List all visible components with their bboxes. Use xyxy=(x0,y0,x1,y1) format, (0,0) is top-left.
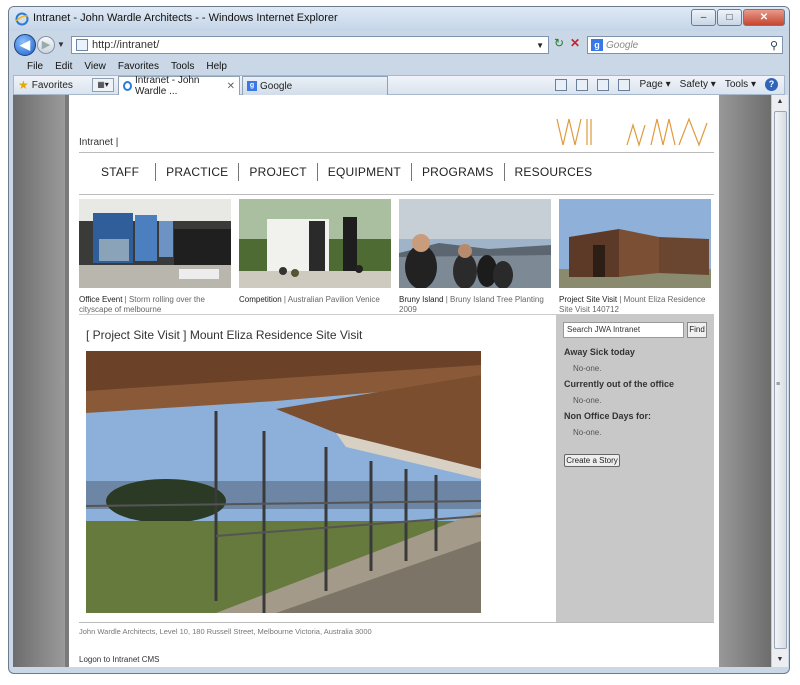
help-icon[interactable]: ? xyxy=(765,78,778,91)
nav-practice[interactable]: PRACTICE xyxy=(156,163,240,181)
command-bar: Page ▾ Safety ▾ Tools ▾ ? xyxy=(555,78,778,91)
star-icon: ★ xyxy=(18,78,29,92)
tab-label: Intranet - John Wardle ... xyxy=(135,75,200,97)
thumbnail-caption[interactable]: Bruny Island | Bruny Island Tree Plantin… xyxy=(399,295,551,315)
divider xyxy=(79,194,714,195)
story-content: [ Project Site Visit ] Mount Eliza Resid… xyxy=(79,314,556,622)
thumbnail-caption[interactable]: Competition | Australian Pavilion Venice xyxy=(239,295,391,305)
favorites-button[interactable]: ★ Favorites xyxy=(18,78,73,92)
thumbnail-office-event[interactable]: Office Event | Storm rolling over the ci… xyxy=(79,199,231,315)
safety-menu[interactable]: Safety ▾ xyxy=(680,79,716,90)
address-bar[interactable]: http://intranet/ ▼ xyxy=(71,36,549,54)
intranet-page: Intranet | STAFF PRACTICE PROJECT EQUIPM… xyxy=(69,95,719,667)
divider xyxy=(79,622,714,623)
scroll-grip-icon: ≡ xyxy=(776,381,781,388)
main-navigation: STAFF PRACTICE PROJECT EQUIPMENT PROGRAM… xyxy=(79,163,602,181)
thumbnail-competition[interactable]: Competition | Australian Pavilion Venice xyxy=(239,199,391,315)
office-photo[interactable] xyxy=(79,199,231,288)
nav-programs[interactable]: PROGRAMS xyxy=(412,163,505,181)
intranet-search-input[interactable]: Search JWA Intranet xyxy=(563,322,684,338)
non-office-days-heading: Non Office Days for: xyxy=(564,411,652,421)
menu-help[interactable]: Help xyxy=(200,59,233,75)
window-title: Intranet - John Wardle Architects - - Wi… xyxy=(33,12,338,24)
out-of-office-heading: Currently out of the office xyxy=(564,379,674,389)
mount-eliza-photo xyxy=(86,351,481,613)
tab-google[interactable]: g Google xyxy=(242,76,388,95)
page-menu[interactable]: Page ▾ xyxy=(639,79,670,90)
breadcrumb[interactable]: Intranet | xyxy=(79,137,118,148)
refresh-icon[interactable]: ↻ xyxy=(551,36,567,54)
back-button[interactable]: ◀ xyxy=(14,34,36,56)
menu-view[interactable]: View xyxy=(78,59,112,75)
close-button[interactable]: ✕ xyxy=(743,9,785,26)
non-office-days-value: No-one. xyxy=(573,428,602,437)
tools-menu[interactable]: Tools ▾ xyxy=(725,79,756,90)
google-icon: g xyxy=(591,39,603,51)
scroll-thumb[interactable] xyxy=(774,111,787,649)
mail-icon[interactable] xyxy=(597,78,610,91)
thumbnail-bruny-island[interactable]: Bruny Island | Bruny Island Tree Plantin… xyxy=(399,199,551,315)
menu-edit[interactable]: Edit xyxy=(49,59,78,75)
tab-label: Google xyxy=(260,80,293,92)
address-url[interactable]: http://intranet/ xyxy=(92,39,159,51)
find-button[interactable]: Find xyxy=(687,322,707,338)
stop-icon[interactable]: ✕ xyxy=(567,36,583,54)
home-icon[interactable] xyxy=(555,78,568,91)
scroll-up-icon[interactable]: ▲ xyxy=(772,95,788,109)
title-bar: Intranet - John Wardle Architects - - Wi… xyxy=(9,7,789,31)
navigation-bar: ◀ ▶ ▼ http://intranet/ ▼ ↻ ✕ g Google ⚲ xyxy=(9,31,789,59)
menu-favorites[interactable]: Favorites xyxy=(112,59,165,75)
close-tab-icon[interactable]: ✕ xyxy=(227,81,235,92)
search-placeholder: Google xyxy=(606,39,639,51)
menu-bar: File Edit View Favorites Tools Help xyxy=(9,59,789,75)
nav-resources[interactable]: RESOURCES xyxy=(505,163,603,181)
bruny-island-photo[interactable] xyxy=(399,199,551,289)
search-icon[interactable]: ⚲ xyxy=(770,39,778,52)
menu-file[interactable]: File xyxy=(21,59,49,75)
favorites-bar: ★ Favorites ▦▾ Intranet - John Wardle ..… xyxy=(13,75,785,97)
quick-tabs-icon[interactable]: ▦▾ xyxy=(92,78,114,92)
maximize-button[interactable]: □ xyxy=(717,9,742,26)
search-input[interactable]: g Google ⚲ xyxy=(587,36,783,54)
browser-window: Intranet - John Wardle Architects - - Wi… xyxy=(8,6,790,674)
ie-tab-icon xyxy=(123,81,133,91)
cms-login-link[interactable]: Logon to Intranet CMS xyxy=(79,655,160,664)
thumbnail-caption[interactable]: Office Event | Storm rolling over the ci… xyxy=(79,295,231,315)
footer-address: John Wardle Architects, Level 10, 180 Ru… xyxy=(79,627,372,636)
away-sick-value: No-one. xyxy=(573,364,602,373)
print-icon[interactable] xyxy=(618,78,631,91)
story-thumbnails: Office Event | Storm rolling over the ci… xyxy=(79,199,711,315)
address-dropdown-icon[interactable]: ▼ xyxy=(536,41,544,50)
nav-staff[interactable]: STAFF xyxy=(79,163,157,181)
scroll-down-icon[interactable]: ▼ xyxy=(772,653,788,667)
sidebar: Search JWA Intranet Find Away Sick today… xyxy=(556,314,714,622)
menu-tools[interactable]: Tools xyxy=(165,59,200,75)
tab-intranet[interactable]: Intranet - John Wardle ... ✕ xyxy=(118,75,240,97)
feeds-icon[interactable] xyxy=(576,78,589,91)
forward-button[interactable]: ▶ xyxy=(37,36,55,54)
away-sick-heading: Away Sick today xyxy=(564,347,635,357)
nav-project[interactable]: PROJECT xyxy=(239,163,318,181)
thumbnail-caption[interactable]: Project Site Visit | Mount Eliza Residen… xyxy=(559,295,711,315)
page-icon xyxy=(76,39,88,51)
pavilion-photo[interactable] xyxy=(239,199,391,288)
thumbnail-site-visit[interactable]: Project Site Visit | Mount Eliza Residen… xyxy=(559,199,711,315)
site-visit-photo[interactable] xyxy=(559,199,711,288)
history-dropdown-icon[interactable]: ▼ xyxy=(57,40,65,49)
minimize-button[interactable]: – xyxy=(691,9,716,26)
create-story-button[interactable]: Create a Story xyxy=(564,454,620,467)
divider xyxy=(79,152,714,153)
story-title: [ Project Site Visit ] Mount Eliza Resid… xyxy=(86,328,363,342)
vertical-scrollbar[interactable]: ▲ ≡ ▼ xyxy=(771,95,788,667)
out-of-office-value: No-one. xyxy=(573,396,602,405)
jwa-logo xyxy=(556,117,708,147)
favorites-label: Favorites xyxy=(31,79,73,91)
page-viewport: Intranet | STAFF PRACTICE PROJECT EQUIPM… xyxy=(13,95,771,667)
nav-equipment[interactable]: EQUIPMENT xyxy=(318,163,412,181)
google-tab-icon: g xyxy=(247,81,257,91)
ie-logo-icon xyxy=(15,12,29,26)
